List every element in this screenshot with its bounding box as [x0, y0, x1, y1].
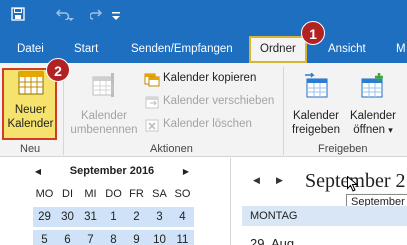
rename-calendar-icon — [91, 73, 117, 101]
folder-pane: ◀ September 2016 ▶ MO DI MI DO FR SA SO … — [0, 158, 228, 245]
mini-calendar-week: 29 30 31 1 2 3 4 — [33, 207, 194, 227]
weekday-label: MI — [84, 188, 97, 200]
mini-calendar-day[interactable]: 10 — [148, 230, 171, 245]
tab-start[interactable]: Start — [74, 36, 98, 63]
mini-calendar-day[interactable]: 8 — [102, 230, 125, 245]
weekday-label: SO — [174, 188, 191, 200]
weekday-label: MO — [35, 188, 54, 200]
rename-calendar-label-line1: Kalender — [80, 110, 128, 122]
mini-calendar-day[interactable]: 6 — [56, 230, 79, 245]
delete-calendar-icon — [145, 119, 159, 132]
copy-calendar-label: Kalender kopieren — [163, 72, 257, 84]
calendar-grid-icon — [18, 71, 44, 99]
annotation-badge-1: 1 — [301, 21, 325, 45]
weekday-label: SA — [152, 188, 167, 200]
weekday-label: FR — [129, 188, 144, 200]
save-icon[interactable] — [11, 7, 25, 24]
share-calendar-label-line2: freigeben — [292, 124, 340, 136]
mini-calendar-month: September 2016 — [69, 165, 155, 177]
open-calendar-dropdown-icon[interactable]: ▾ — [388, 125, 393, 135]
tab-more[interactable]: M — [396, 36, 406, 63]
next-period-icon[interactable]: ▶ — [276, 175, 283, 186]
annotation-badge-2: 2 — [46, 58, 70, 82]
open-calendar-button[interactable]: Kalender öffnen ▾ — [345, 73, 401, 137]
mini-calendar-day[interactable]: 9 — [125, 230, 148, 245]
new-calendar-button[interactable]: Neuer Kalender — [4, 71, 57, 131]
share-calendar-label-line1: Kalender — [292, 110, 340, 122]
prev-period-icon[interactable]: ◀ — [253, 175, 260, 186]
open-calendar-label-line2: öffnen ▾ — [345, 123, 401, 137]
mini-calendar-week: 5 6 7 8 9 10 11 — [33, 230, 194, 245]
mini-calendar-day[interactable]: 5 — [33, 230, 56, 245]
customize-dropdown-icon[interactable] — [111, 11, 121, 23]
rename-calendar-label-line2: umbenennen — [70, 124, 138, 136]
mini-calendar-day[interactable]: 30 — [56, 207, 79, 227]
share-calendar-icon — [303, 72, 329, 103]
mini-calendar-day[interactable]: 2 — [125, 207, 148, 227]
redo-icon[interactable] — [89, 8, 103, 23]
tab-ansicht[interactable]: Ansicht — [328, 36, 366, 63]
mini-calendar-day[interactable]: 29 — [33, 207, 56, 227]
delete-calendar-label: Kalender löschen — [163, 118, 252, 130]
tab-ordner[interactable]: Ordner — [249, 36, 307, 63]
open-calendar-label-line1: Kalender — [349, 110, 397, 122]
copy-calendar-icon — [144, 73, 160, 87]
open-calendar-label-text: öffnen — [353, 124, 386, 136]
weekday-label: DO — [105, 188, 122, 200]
undo-dropdown-icon[interactable] — [68, 13, 74, 25]
mini-calendar-day[interactable]: 3 — [148, 207, 171, 227]
mini-calendar-day[interactable]: 11 — [171, 230, 194, 245]
tab-senden-empfangen[interactable]: Senden/Empfangen — [131, 36, 233, 63]
share-calendar-button[interactable]: Kalender freigeben — [287, 72, 345, 137]
rename-calendar-button[interactable]: Kalender umbenennen — [70, 73, 138, 137]
day-date: 29. Aug — [250, 236, 295, 245]
mini-calendar-day[interactable]: 7 — [79, 230, 102, 245]
mini-calendar-header: ◀ September 2016 ▶ — [32, 164, 192, 180]
group-label-freigeben: Freigeben — [318, 143, 368, 155]
move-calendar-icon — [145, 96, 159, 109]
mini-calendar-day[interactable]: 31 — [79, 207, 102, 227]
ribbon-separator — [283, 67, 284, 155]
mini-calendar-day[interactable]: 4 — [171, 207, 194, 227]
title-bar — [0, 0, 407, 36]
mini-calendar-day[interactable]: 1 — [102, 207, 125, 227]
tab-datei[interactable]: Datei — [17, 36, 44, 63]
mini-calendar-next-icon[interactable]: ▶ — [180, 164, 192, 180]
new-calendar-label-line2: Kalender — [7, 118, 54, 130]
new-calendar-label-line1: Neuer — [14, 104, 47, 116]
group-label-neu: Neu — [20, 143, 41, 155]
move-calendar-label: Kalender verschieben — [163, 95, 275, 107]
weekday-label: DI — [62, 188, 73, 200]
day-column-header: MONTAG — [242, 206, 407, 226]
calendar-view: ◀ ▶ September 2 September MONTAG 29. Aug — [231, 158, 407, 245]
group-label-aktionen: Aktionen — [150, 143, 193, 155]
mouse-cursor-icon — [347, 175, 359, 195]
open-calendar-icon — [360, 73, 386, 103]
